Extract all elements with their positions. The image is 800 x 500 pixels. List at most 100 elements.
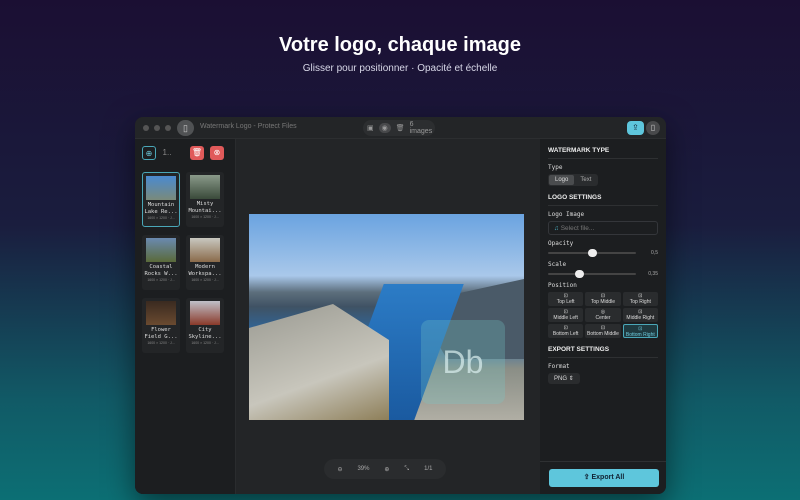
- chevron-updown-icon: ⇕: [568, 376, 574, 382]
- thumbnail-meta: 1600 × 1200 · J...: [147, 278, 175, 282]
- type-text-option[interactable]: Text: [574, 175, 597, 185]
- preview-eye-icon[interactable]: ◉: [378, 123, 391, 133]
- close-window-button[interactable]: [143, 125, 149, 131]
- position-top-right[interactable]: ⊡ Top Right: [622, 292, 658, 306]
- position-label: Middle Left: [553, 315, 578, 321]
- preview-canvas: Db ⊖ 39% ⊕ ⤡ 1/1: [236, 139, 540, 494]
- image-thumbnail[interactable]: Coastal Rocks W... 1600 × 1200 · J...: [142, 235, 180, 290]
- position-middle-right[interactable]: ⊡ Middle Right: [622, 308, 658, 322]
- thumbnail-image: [146, 301, 176, 325]
- watermark-type-heading: WATERMARK TYPE: [548, 147, 658, 159]
- logo-file-placeholder: Select file...: [560, 225, 595, 232]
- image-thumbnail[interactable]: Modern Workspa... 1600 × 1200 · J...: [186, 235, 224, 290]
- position-top-left[interactable]: ⊡ Top Left: [548, 292, 584, 306]
- thumbnail-image: [190, 238, 220, 262]
- logo-settings-heading: LOGO SETTINGS: [548, 194, 658, 206]
- hero-title: Votre logo, chaque image: [279, 34, 521, 56]
- opacity-label: Opacity: [548, 240, 574, 247]
- position-label: Top Middle: [590, 299, 616, 305]
- export-all-button[interactable]: ⇪ Export All: [549, 469, 659, 487]
- thumbnail-meta: 1600 × 1200 · J...: [191, 278, 219, 282]
- logo-file-picker[interactable]: ♫ Select file...: [548, 221, 658, 235]
- thumbnail-name: Coastal Rocks W...: [144, 264, 178, 277]
- opacity-value: 0,5: [651, 250, 658, 256]
- image-thumbnail[interactable]: Misty Mountai... 1600 × 1200 · J...: [186, 172, 224, 227]
- zoom-controls: ⊖ 39% ⊕ ⤡ 1/1: [324, 459, 446, 479]
- scale-slider-knob[interactable]: [574, 270, 584, 278]
- minimize-window-button[interactable]: [154, 125, 160, 131]
- image-sidebar: ⊕ 1.. 🗑 ⊗ Mountain Lake Re... 1600 × 1200…: [135, 139, 236, 494]
- inspector-panel: WATERMARK TYPE Type Logo Text LOGO SETTI…: [540, 139, 666, 494]
- format-value: PNG: [554, 376, 568, 382]
- zoom-level: 39%: [357, 466, 370, 472]
- thumbnail-image: [146, 238, 176, 262]
- clear-all-button[interactable]: ⊗: [210, 146, 224, 160]
- format-label: Format: [548, 363, 570, 370]
- thumbnail-image: [190, 301, 220, 325]
- thumbnail-name: Modern Workspa...: [188, 264, 222, 277]
- preview-image: Db: [249, 214, 524, 420]
- app-window: ▯ Watermark Logo - Protect Files ▣ ◉ 🗑 6…: [135, 117, 666, 494]
- export-icon: ⇪: [583, 474, 592, 481]
- export-settings-heading: EXPORT SETTINGS: [548, 346, 658, 358]
- scale-label: Scale: [548, 261, 567, 268]
- format-select[interactable]: PNG ⇕: [548, 373, 580, 384]
- position-bottom-middle[interactable]: ⊡ Bottom Middle: [585, 324, 621, 338]
- position-grid: ⊡ Top Left ⊡ Top Middle ⊡ Top Right ⊡ Middle Le…: [548, 292, 658, 338]
- scale-slider[interactable]: [548, 270, 636, 278]
- toggle-sidebar-button[interactable]: ▯: [177, 120, 194, 136]
- add-image-icon[interactable]: ▣: [367, 124, 374, 132]
- selection-count: 1..: [162, 148, 172, 157]
- share-button[interactable]: ⇪: [627, 121, 644, 135]
- thumbnail-meta: 1600 × 1200 · J...: [191, 215, 219, 219]
- image-thumbnail[interactable]: Mountain Lake Re... 1600 × 1200 · J...: [142, 172, 180, 227]
- position-label: Bottom Left: [552, 331, 579, 337]
- export-all-label: Export All: [591, 474, 625, 481]
- position-label: Bottom Middle: [587, 331, 619, 337]
- toolbar-center: ▣ ◉ 🗑 6 images: [363, 120, 435, 136]
- position-middle-left[interactable]: ⊡ Middle Left: [548, 308, 584, 322]
- zoom-in-icon[interactable]: ⊕: [384, 466, 389, 473]
- image-thumbnail[interactable]: Flower Field G... 1600 × 1200 · J...: [142, 298, 180, 353]
- watermark-logo-overlay[interactable]: Db: [421, 320, 505, 404]
- thumbnail-image: [190, 175, 220, 199]
- position-label: Bottom Right: [625, 332, 655, 338]
- file-icon: ♫: [554, 225, 561, 232]
- scale-value: 0,35: [648, 271, 658, 277]
- thumbnail-name: City Skyline...: [188, 327, 222, 340]
- image-thumbnail[interactable]: City Skyline... 1600 × 1200 · J...: [186, 298, 224, 353]
- title-bar: ▯ Watermark Logo - Protect Files ▣ ◉ 🗑 6…: [135, 117, 666, 139]
- add-images-button[interactable]: ⊕: [142, 146, 156, 160]
- thumbnail-meta: 1600 × 1200 · J...: [147, 341, 175, 345]
- type-segmented-control: Logo Text: [548, 174, 599, 186]
- hero-subtitle: Glisser pour positionner · Opacité et éc…: [302, 63, 498, 74]
- type-label: Type: [548, 164, 563, 171]
- toggle-inspector-button[interactable]: ▯: [646, 121, 660, 135]
- trash-icon[interactable]: 🗑: [396, 124, 405, 132]
- thumbnail-meta: 1600 × 1200 · J...: [147, 216, 175, 220]
- position-top-middle[interactable]: ⊡ Top Middle: [585, 292, 621, 306]
- thumbnail-image: [146, 176, 176, 200]
- delete-button[interactable]: 🗑: [190, 146, 204, 160]
- window-title: Watermark Logo - Protect Files: [200, 123, 297, 130]
- logo-image-label: Logo Image: [548, 211, 585, 218]
- thumbnail-name: Flower Field G...: [144, 327, 178, 340]
- zoom-window-button[interactable]: [165, 125, 171, 131]
- position-bottom-right[interactable]: ⊡ Bottom Right: [622, 324, 658, 338]
- zoom-out-icon[interactable]: ⊖: [337, 466, 342, 473]
- position-label: Center: [595, 315, 611, 321]
- position-label: Position: [548, 282, 577, 289]
- opacity-slider-knob[interactable]: [588, 249, 597, 257]
- position-label: Top Left: [556, 299, 575, 305]
- position-bottom-left[interactable]: ⊡ Bottom Left: [548, 324, 584, 338]
- image-count: 6 images: [409, 121, 433, 135]
- position-center[interactable]: ◎ Center: [585, 308, 621, 322]
- type-logo-option[interactable]: Logo: [549, 175, 575, 185]
- fit-icon[interactable]: ⤡: [404, 466, 409, 473]
- position-label: Middle Right: [626, 315, 655, 321]
- thumbnail-meta: 1600 × 1200 · J...: [191, 341, 219, 345]
- opacity-slider[interactable]: [548, 249, 636, 257]
- thumbnail-name: Mountain Lake Re...: [144, 202, 178, 215]
- position-label: Top Right: [629, 299, 651, 305]
- thumbnail-name: Misty Mountai...: [188, 201, 222, 214]
